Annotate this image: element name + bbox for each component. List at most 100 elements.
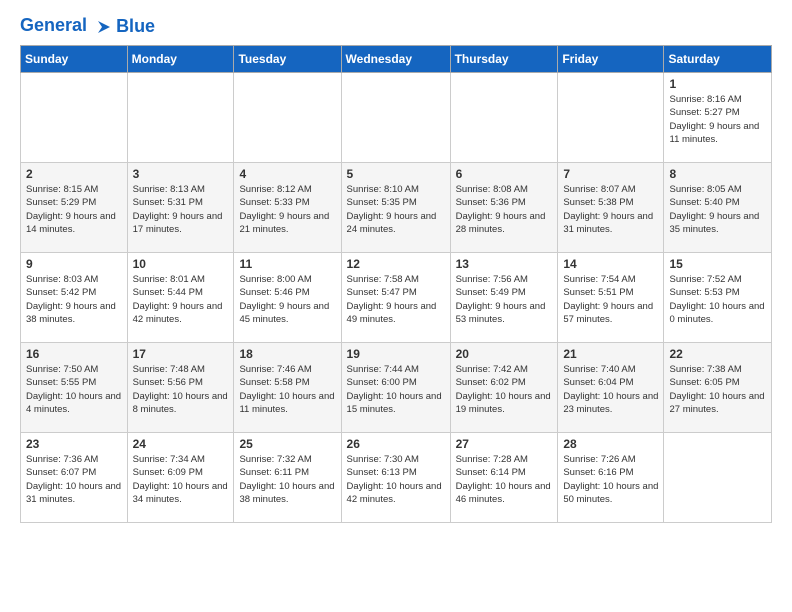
calendar-day: 14 Sunrise: 7:54 AM Sunset: 5:51 PM Dayli… [558, 253, 664, 343]
calendar-day: 8Sunrise: 8:05 AM Sunset: 5:40 PM Daylig… [664, 163, 772, 253]
day-number: 26 [347, 437, 445, 451]
calendar-week-row: 2 Sunrise: 8:15 AM Sunset: 5:29 PM Daylig… [21, 163, 772, 253]
day-info: Sunrise: 7:44 AM Sunset: 6:00 PM Dayligh… [347, 363, 445, 416]
day-number: 9 [26, 257, 122, 271]
calendar-day: 28Sunrise: 7:26 AM Sunset: 6:16 PM Dayli… [558, 433, 664, 523]
calendar-day: 15 Sunrise: 7:52 AM Sunset: 5:53 PM Dayli… [664, 253, 772, 343]
day-info: Sunrise: 8:07 AM Sunset: 5:38 PM Dayligh… [563, 183, 658, 236]
calendar-day: 27 Sunrise: 7:28 AM Sunset: 6:14 PM Dayli… [450, 433, 558, 523]
logo: General Blue [20, 16, 155, 37]
day-info: Sunrise: 7:48 AM Sunset: 5:56 PM Dayligh… [133, 363, 229, 416]
day-number: 12 [347, 257, 445, 271]
calendar-week-row: 9 Sunrise: 8:03 AM Sunset: 5:42 PM Daylig… [21, 253, 772, 343]
calendar-day: 26Sunrise: 7:30 AM Sunset: 6:13 PM Dayli… [341, 433, 450, 523]
calendar-day: 20 Sunrise: 7:42 AM Sunset: 6:02 PM Dayli… [450, 343, 558, 433]
calendar-day [558, 73, 664, 163]
day-number: 21 [563, 347, 658, 361]
day-info: Sunrise: 8:03 AM Sunset: 5:42 PM Dayligh… [26, 273, 122, 326]
calendar-day: 9 Sunrise: 8:03 AM Sunset: 5:42 PM Daylig… [21, 253, 128, 343]
day-info: Sunrise: 7:42 AM Sunset: 6:02 PM Dayligh… [456, 363, 553, 416]
day-info: Sunrise: 7:56 AM Sunset: 5:49 PM Dayligh… [456, 273, 553, 326]
day-number: 11 [239, 257, 335, 271]
day-info: Sunrise: 7:58 AM Sunset: 5:47 PM Dayligh… [347, 273, 445, 326]
day-number: 3 [133, 167, 229, 181]
weekday-header-monday: Monday [127, 46, 234, 73]
day-number: 4 [239, 167, 335, 181]
calendar-day: 13 Sunrise: 7:56 AM Sunset: 5:49 PM Dayli… [450, 253, 558, 343]
calendar-week-row: 23Sunrise: 7:36 AM Sunset: 6:07 PM Dayli… [21, 433, 772, 523]
day-info: Sunrise: 7:34 AM Sunset: 6:09 PM Dayligh… [133, 453, 229, 506]
weekday-header-wednesday: Wednesday [341, 46, 450, 73]
calendar-day: 10Sunrise: 8:01 AM Sunset: 5:44 PM Dayli… [127, 253, 234, 343]
day-number: 14 [563, 257, 658, 271]
day-number: 15 [669, 257, 766, 271]
calendar-day: 7 Sunrise: 8:07 AM Sunset: 5:38 PM Daylig… [558, 163, 664, 253]
day-info: Sunrise: 8:13 AM Sunset: 5:31 PM Dayligh… [133, 183, 229, 236]
day-number: 1 [669, 77, 766, 91]
calendar-day: 25 Sunrise: 7:32 AM Sunset: 6:11 PM Dayli… [234, 433, 341, 523]
logo-arrow-icon [94, 17, 114, 37]
calendar-day: 3 Sunrise: 8:13 AM Sunset: 5:31 PM Daylig… [127, 163, 234, 253]
day-number: 2 [26, 167, 122, 181]
calendar-day: 17 Sunrise: 7:48 AM Sunset: 5:56 PM Dayli… [127, 343, 234, 433]
calendar-day: 2 Sunrise: 8:15 AM Sunset: 5:29 PM Daylig… [21, 163, 128, 253]
calendar-day: 21 Sunrise: 7:40 AM Sunset: 6:04 PM Dayli… [558, 343, 664, 433]
calendar-day: 19 Sunrise: 7:44 AM Sunset: 6:00 PM Dayli… [341, 343, 450, 433]
day-info: Sunrise: 8:16 AM Sunset: 5:27 PM Dayligh… [669, 93, 766, 146]
calendar-day [21, 73, 128, 163]
day-info: Sunrise: 7:50 AM Sunset: 5:55 PM Dayligh… [26, 363, 122, 416]
day-info: Sunrise: 7:36 AM Sunset: 6:07 PM Dayligh… [26, 453, 122, 506]
calendar-day [127, 73, 234, 163]
day-number: 22 [669, 347, 766, 361]
calendar-day [450, 73, 558, 163]
day-info: Sunrise: 7:52 AM Sunset: 5:53 PM Dayligh… [669, 273, 766, 326]
day-number: 19 [347, 347, 445, 361]
calendar-day: 23Sunrise: 7:36 AM Sunset: 6:07 PM Dayli… [21, 433, 128, 523]
weekday-header-sunday: Sunday [21, 46, 128, 73]
calendar-day: 24Sunrise: 7:34 AM Sunset: 6:09 PM Dayli… [127, 433, 234, 523]
day-info: Sunrise: 8:15 AM Sunset: 5:29 PM Dayligh… [26, 183, 122, 236]
day-info: Sunrise: 7:54 AM Sunset: 5:51 PM Dayligh… [563, 273, 658, 326]
logo-blue: Blue [116, 16, 155, 37]
day-number: 27 [456, 437, 553, 451]
day-info: Sunrise: 7:32 AM Sunset: 6:11 PM Dayligh… [239, 453, 335, 506]
day-info: Sunrise: 8:10 AM Sunset: 5:35 PM Dayligh… [347, 183, 445, 236]
day-number: 13 [456, 257, 553, 271]
weekday-header-tuesday: Tuesday [234, 46, 341, 73]
calendar-week-row: 1 Sunrise: 8:16 AM Sunset: 5:27 PM Daylig… [21, 73, 772, 163]
day-info: Sunrise: 8:05 AM Sunset: 5:40 PM Dayligh… [669, 183, 766, 236]
logo-general: General [20, 15, 87, 35]
calendar-day: 16 Sunrise: 7:50 AM Sunset: 5:55 PM Dayli… [21, 343, 128, 433]
calendar-day [341, 73, 450, 163]
calendar-header-row: SundayMondayTuesdayWednesdayThursdayFrid… [21, 46, 772, 73]
calendar-day: 12 Sunrise: 7:58 AM Sunset: 5:47 PM Dayli… [341, 253, 450, 343]
day-info: Sunrise: 7:38 AM Sunset: 6:05 PM Dayligh… [669, 363, 766, 416]
calendar: SundayMondayTuesdayWednesdayThursdayFrid… [20, 45, 772, 523]
day-info: Sunrise: 7:28 AM Sunset: 6:14 PM Dayligh… [456, 453, 553, 506]
day-number: 17 [133, 347, 229, 361]
day-info: Sunrise: 7:40 AM Sunset: 6:04 PM Dayligh… [563, 363, 658, 416]
calendar-day: 1 Sunrise: 8:16 AM Sunset: 5:27 PM Daylig… [664, 73, 772, 163]
day-number: 18 [239, 347, 335, 361]
weekday-header-thursday: Thursday [450, 46, 558, 73]
day-number: 7 [563, 167, 658, 181]
day-number: 20 [456, 347, 553, 361]
day-info: Sunrise: 8:00 AM Sunset: 5:46 PM Dayligh… [239, 273, 335, 326]
day-number: 6 [456, 167, 553, 181]
day-info: Sunrise: 7:26 AM Sunset: 6:16 PM Dayligh… [563, 453, 658, 506]
calendar-day: 18Sunrise: 7:46 AM Sunset: 5:58 PM Dayli… [234, 343, 341, 433]
weekday-header-friday: Friday [558, 46, 664, 73]
calendar-day: 22 Sunrise: 7:38 AM Sunset: 6:05 PM Dayli… [664, 343, 772, 433]
day-info: Sunrise: 8:08 AM Sunset: 5:36 PM Dayligh… [456, 183, 553, 236]
calendar-day: 6 Sunrise: 8:08 AM Sunset: 5:36 PM Daylig… [450, 163, 558, 253]
calendar-day [664, 433, 772, 523]
calendar-week-row: 16 Sunrise: 7:50 AM Sunset: 5:55 PM Dayli… [21, 343, 772, 433]
day-number: 16 [26, 347, 122, 361]
day-number: 25 [239, 437, 335, 451]
calendar-day: 4Sunrise: 8:12 AM Sunset: 5:33 PM Daylig… [234, 163, 341, 253]
day-info: Sunrise: 8:01 AM Sunset: 5:44 PM Dayligh… [133, 273, 229, 326]
day-number: 5 [347, 167, 445, 181]
weekday-header-saturday: Saturday [664, 46, 772, 73]
calendar-day: 11 Sunrise: 8:00 AM Sunset: 5:46 PM Dayli… [234, 253, 341, 343]
calendar-body: 1 Sunrise: 8:16 AM Sunset: 5:27 PM Daylig… [21, 73, 772, 523]
